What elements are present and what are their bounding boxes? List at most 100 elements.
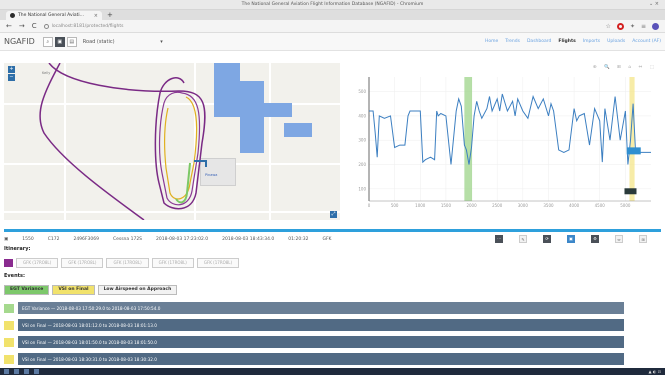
chevron-down-icon: ▾ <box>160 38 163 45</box>
event-type-button[interactable]: EGT Variance <box>4 284 50 295</box>
aircraft-model: Cessna 172S <box>112 236 143 242</box>
map-layer-select[interactable]: Road (static) ▾ <box>83 37 163 47</box>
itinerary-stop[interactable]: GFK (17RO8L) <box>151 257 194 268</box>
x-tick-label: 3500 <box>543 203 554 208</box>
y-tick-label: 400 <box>358 113 366 118</box>
event-row[interactable]: EGT Variance — 2018-08-03 17:50:29.0 to … <box>4 302 624 314</box>
y-tick-label: 200 <box>358 162 366 167</box>
taskbar-app-icon[interactable] <box>24 369 29 374</box>
edit-icon[interactable]: ✎ <box>519 235 527 243</box>
itinerary-row: GFK (17RO8L) GFK (17RO8L) GFK (17RO8L) GFK … <box>4 257 240 268</box>
itinerary-color-swatch[interactable] <box>4 258 13 267</box>
forward-button[interactable]: → <box>19 22 25 30</box>
map-toggle-icon[interactable]: ▣ <box>54 36 65 47</box>
browser-tab[interactable]: The National General Aviati... × <box>6 11 102 20</box>
event-label[interactable]: VSI on Final — 2018-08-03 18:01:12.0 to … <box>18 319 624 331</box>
system-tray: ▲ ◐ ⊡ <box>648 369 661 374</box>
event-checkbox[interactable] <box>4 320 14 330</box>
nav-link-home[interactable]: Home <box>485 39 498 44</box>
reload-button[interactable]: C <box>32 22 37 30</box>
event-label[interactable]: EGT Variance — 2018-08-03 17:50:29.0 to … <box>18 302 624 314</box>
duration: 01:20:32 <box>288 236 309 242</box>
url-field[interactable]: localhost:8181/protected/flights <box>43 23 124 29</box>
event-label[interactable]: VSI on Final — 2018-08-03 18:30:31.0 to … <box>18 353 624 365</box>
itinerary-stop[interactable]: GFK (17RO8L) <box>61 257 104 268</box>
favicon-icon <box>10 13 15 18</box>
map-layer-value: Road (static) <box>82 38 115 45</box>
system-id: 2496F3069 <box>73 236 99 242</box>
event-row[interactable]: VSI on Final — 2018-08-03 18:30:31.0 to … <box>4 353 624 365</box>
info-icon <box>43 23 49 29</box>
main-nav: Home Trends Dashboard Flights Imports Uploads… <box>485 39 661 44</box>
grid-icon[interactable]: ⊞ <box>639 235 647 243</box>
tab-strip: The National General Aviati... × + <box>0 10 665 20</box>
compare-icon[interactable]: ⇔ <box>615 235 623 243</box>
nav-link-flights[interactable]: Flights <box>558 39 575 44</box>
close-tab-icon[interactable]: × <box>94 13 98 19</box>
itinerary-label: Itinerary: <box>4 246 31 252</box>
nav-link-imports[interactable]: Imports <box>583 39 600 44</box>
taskbar-app-icon[interactable] <box>14 369 19 374</box>
menu-icon[interactable]: ≡ <box>641 23 646 30</box>
chart-modebar[interactable]: ⊕ 🔍 ⊞ ⌂ ⇔ ⬚ <box>593 65 657 70</box>
event-highlight-band <box>464 77 473 201</box>
flight-map[interactable]: Kelly Pinawa + − ⤢ <box>4 63 340 220</box>
nav-link-trends[interactable]: Trends <box>505 39 520 44</box>
event-label[interactable]: VSI on Final — 2018-08-03 18:01:50.0 to … <box>18 336 624 348</box>
browser-toolbar-right: ☆ ✦ ≡ <box>606 22 659 30</box>
itinerary-stop[interactable]: GFK (17RO8L) <box>16 257 59 268</box>
event-checkbox[interactable] <box>4 303 14 313</box>
os-taskbar: ▲ ◐ ⊡ <box>0 368 665 375</box>
search-icon[interactable]: ⌕ <box>42 36 53 47</box>
hover-value-tag <box>626 147 641 155</box>
taskbar-app-icon[interactable] <box>34 369 39 374</box>
end-time: 2018-08-03 18:43:34.0 <box>222 236 275 242</box>
event-type-button[interactable]: VSI on Final <box>52 284 95 295</box>
flight-chart[interactable]: ⊕ 🔍 ⊞ ⌂ ⇔ ⬚ 100 200 300 400 500 0 500 1000 1500 2… <box>343 63 661 223</box>
event-checkbox[interactable] <box>4 354 14 364</box>
event-type-button[interactable]: Low Airspeed on Approach <box>97 284 178 295</box>
series-line <box>369 93 651 165</box>
map-icon[interactable]: ▣ <box>567 235 575 243</box>
star-icon[interactable]: ☆ <box>606 23 611 30</box>
flight-track <box>39 63 207 220</box>
itinerary-stop[interactable]: GFK (17RO8L) <box>106 257 149 268</box>
more-icon[interactable]: ⋯ <box>495 235 503 243</box>
x-tick-label: 2500 <box>492 203 503 208</box>
tab-title: The National General Aviati... <box>18 13 84 18</box>
address-bar-row: ← → C localhost:8181/protected/flights ☆… <box>0 20 665 33</box>
url-text: localhost:8181/protected/flights <box>51 23 124 29</box>
x-tick-label: 3000 <box>518 203 529 208</box>
chart-toggle-icon[interactable]: ▤ <box>66 36 77 47</box>
flight-info-row: ▣ 1550 C172 2496F3069 Cessna 172S 2018-0… <box>4 234 661 244</box>
event-row[interactable]: VSI on Final — 2018-08-03 18:01:12.0 to … <box>4 319 624 331</box>
replay-icon[interactable]: ⟳ <box>543 235 551 243</box>
itinerary-stop[interactable]: GFK (17RO8L) <box>196 257 240 268</box>
x-tick-label: 0 <box>368 203 371 208</box>
app-navbar: NGAFID ⌕ ▣ ▤ Road (static) ▾ Home Trends D… <box>0 33 665 51</box>
settings-icon[interactable]: ⚙ <box>591 235 599 243</box>
flight-actions: ⋯ ✎ ⟳ ▣ ⚙ ⇔ ⊞ <box>493 235 661 243</box>
new-tab-button[interactable]: + <box>107 11 113 20</box>
y-tick-label: 300 <box>358 138 366 143</box>
opera-icon[interactable] <box>616 22 624 30</box>
nav-link-account-af[interactable]: Account (AF) <box>632 39 661 44</box>
select-checkbox[interactable]: ▣ <box>4 237 8 242</box>
window-controls[interactable]: ⌄ × <box>649 1 659 7</box>
event-checkbox[interactable] <box>4 337 14 347</box>
back-button[interactable]: ← <box>6 22 12 30</box>
app-brand[interactable]: NGAFID <box>4 37 35 46</box>
puzzle-icon[interactable]: ✦ <box>630 23 635 30</box>
profile-avatar[interactable] <box>652 22 659 30</box>
fullscreen-button[interactable]: ⤢ <box>330 211 337 218</box>
x-tick-label: 500 <box>391 203 399 208</box>
nav-link-dashboard[interactable]: Dashboard <box>527 39 551 44</box>
start-icon[interactable] <box>4 369 9 374</box>
zoom-in-button[interactable]: + <box>8 66 15 73</box>
x-tick-label: 4000 <box>569 203 580 208</box>
nav-link-uploads[interactable]: Uploads <box>607 39 625 44</box>
start-time: 2018-08-03 17:23:02.0 <box>156 236 209 242</box>
event-row[interactable]: VSI on Final — 2018-08-03 18:01:50.0 to … <box>4 336 624 348</box>
zoom-out-button[interactable]: − <box>8 74 15 81</box>
flight-id: 1550 <box>22 236 34 242</box>
